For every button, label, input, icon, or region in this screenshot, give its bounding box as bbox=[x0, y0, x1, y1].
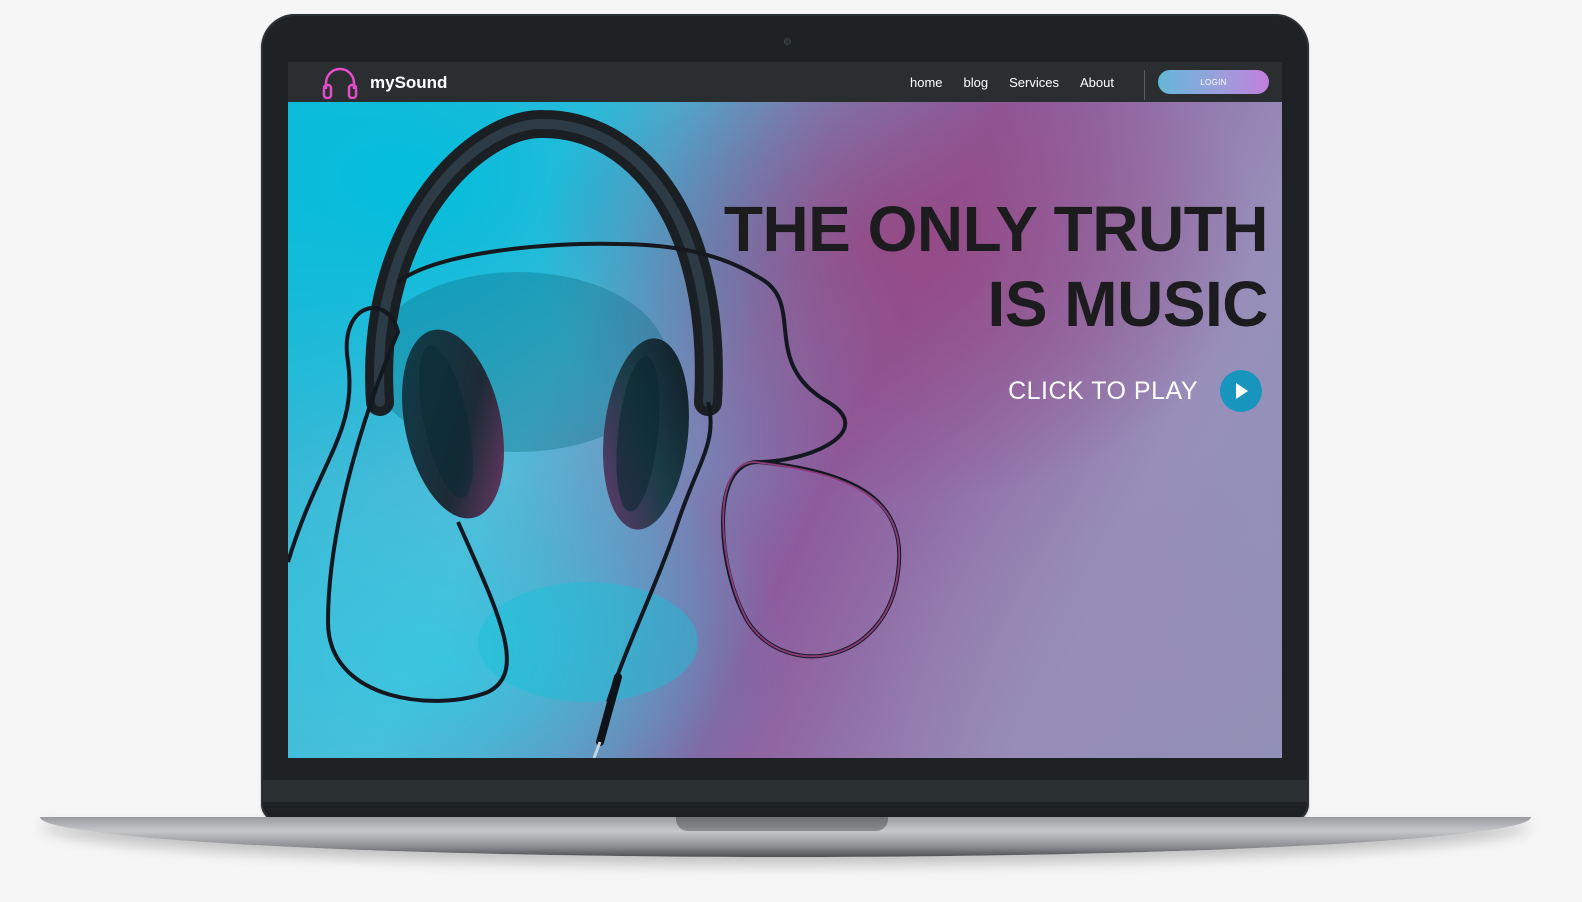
login-button[interactable]: LOGIN bbox=[1158, 70, 1269, 94]
brand-name[interactable]: mySound bbox=[370, 73, 447, 93]
laptop-screen: mySound home blog Services About LOGIN T… bbox=[288, 62, 1282, 758]
nav-divider bbox=[1144, 70, 1145, 100]
lid-bottom-bezel bbox=[263, 780, 1307, 802]
headphones-icon[interactable] bbox=[322, 67, 358, 100]
hero-headline: THE ONLY TRUTH IS MUSIC bbox=[723, 192, 1269, 342]
headline-line-1: THE ONLY TRUTH bbox=[723, 193, 1269, 265]
headline-line-2: IS MUSIC bbox=[987, 268, 1269, 340]
nav-link-home[interactable]: home bbox=[910, 75, 943, 90]
play-icon[interactable] bbox=[1220, 370, 1262, 412]
nav-links: home blog Services About bbox=[910, 75, 1135, 90]
top-navbar: mySound home blog Services About LOGIN bbox=[288, 62, 1282, 102]
click-to-play-button[interactable]: CLICK TO PLAY bbox=[1008, 370, 1262, 412]
nav-link-blog[interactable]: blog bbox=[964, 75, 989, 90]
cta-label[interactable]: CLICK TO PLAY bbox=[1008, 377, 1198, 406]
nav-link-services[interactable]: Services bbox=[1009, 75, 1059, 90]
nav-link-about[interactable]: About bbox=[1080, 75, 1114, 90]
webcam bbox=[784, 38, 791, 45]
laptop-base-notch bbox=[676, 817, 888, 831]
hero-section: THE ONLY TRUTH IS MUSIC CLICK TO PLAY bbox=[288, 102, 1282, 758]
